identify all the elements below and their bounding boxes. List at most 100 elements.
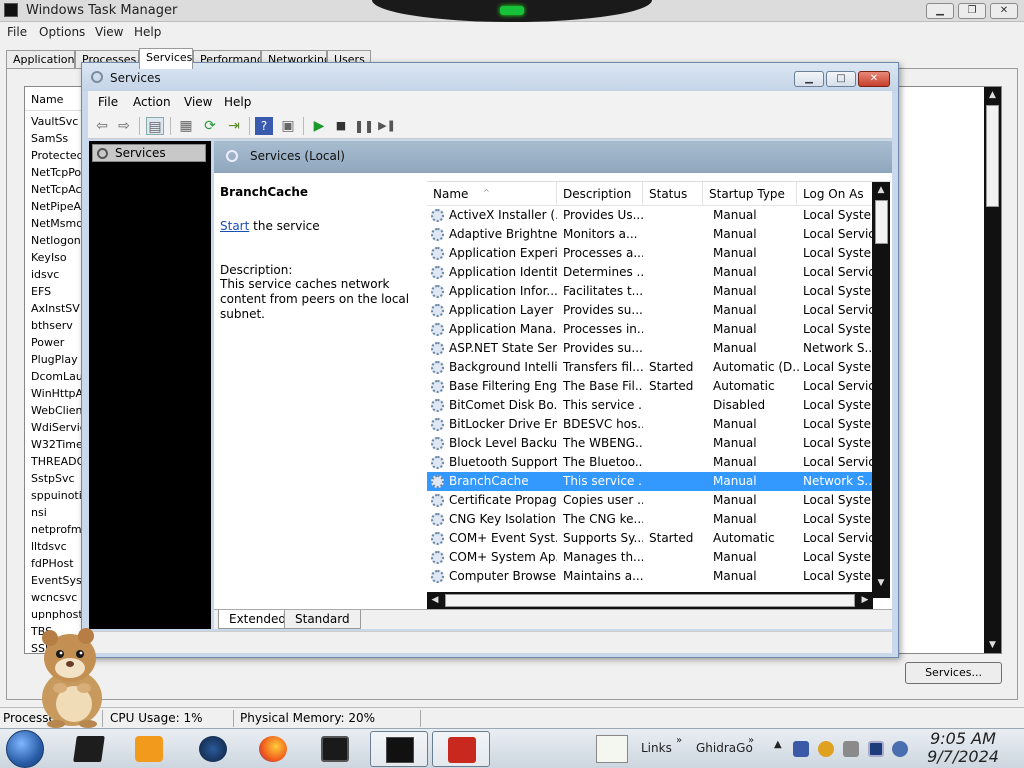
table-row[interactable]: Application Identity Determines ... Manual… <box>427 263 872 282</box>
taskbar-app-task-manager[interactable] <box>370 731 428 767</box>
list-item[interactable]: NetTcpPor <box>31 164 87 181</box>
table-row[interactable]: Base Filtering Engi... The Base Fil... Sta… <box>427 377 872 396</box>
services-list[interactable]: Name ^ Description Status Startup Type Lo… <box>427 181 891 609</box>
list-item[interactable]: bthserv <box>31 317 87 334</box>
scroll-up-icon[interactable]: ▲ <box>872 182 890 198</box>
list-item[interactable]: SstpSvc <box>31 470 87 487</box>
list-item[interactable]: WebClient <box>31 402 87 419</box>
taskbar-app-media-player[interactable] <box>120 731 178 767</box>
whiteboard-icon[interactable] <box>596 735 628 763</box>
start-service-link[interactable]: Start <box>220 219 249 233</box>
list-item[interactable]: ProtectedS <box>31 147 87 164</box>
restart-service-icon[interactable]: ▶❚ <box>378 117 396 135</box>
stop-service-icon[interactable]: ■ <box>332 117 350 135</box>
restore-button[interactable]: ❐ <box>958 3 986 19</box>
scroll-right-icon[interactable]: ▶ <box>857 592 873 609</box>
taskbar-app-firefox[interactable] <box>244 731 302 767</box>
task-manager-vertical-scrollbar[interactable]: ▲ ▼ <box>984 87 1001 653</box>
list-item[interactable]: PlugPlay <box>31 351 87 368</box>
list-item[interactable]: NetPipeAc <box>31 198 87 215</box>
refresh-icon[interactable]: ⟳ <box>201 117 219 135</box>
column-header-name[interactable]: Name ^ <box>427 182 557 206</box>
list-item[interactable]: SamSs <box>31 130 87 147</box>
tab-applications[interactable]: Applications <box>6 50 75 68</box>
list-item[interactable]: wcncsvc <box>31 589 87 606</box>
services-menu-help[interactable]: Help <box>224 95 251 109</box>
list-item[interactable]: DcomLaun <box>31 368 87 385</box>
table-row[interactable]: ActiveX Installer (... Provides Us... Manu… <box>427 206 872 225</box>
table-row[interactable]: Application Mana... Processes in... Manual… <box>427 320 872 339</box>
scroll-left-icon[interactable]: ◀ <box>427 592 443 609</box>
list-item[interactable]: W32Time <box>31 436 87 453</box>
table-row[interactable]: Adaptive Brightness Monitors a... Manual Lo… <box>427 225 872 244</box>
table-row[interactable]: Bluetooth Support... The Bluetoo... Manual… <box>427 453 872 472</box>
list-item[interactable]: AxInstSV <box>31 300 87 317</box>
taskbar-app-globe[interactable] <box>184 731 242 767</box>
table-row[interactable]: BitComet Disk Bo... This service ... Disab… <box>427 396 872 415</box>
column-header-log-on-as[interactable]: Log On As <box>797 182 872 206</box>
scroll-thumb[interactable] <box>986 105 999 207</box>
taskbar-app-monitor[interactable] <box>306 731 364 767</box>
list-item[interactable]: nsi <box>31 504 87 521</box>
table-row[interactable]: BranchCache This service ... Manual Network… <box>427 472 872 491</box>
list-item[interactable]: WinHttpAu <box>31 385 87 402</box>
taskbar-app-terminal[interactable] <box>60 731 118 767</box>
pause-service-icon[interactable]: ❚❚ <box>354 117 374 135</box>
show-hidden-icons-icon[interactable]: ▲ <box>774 739 782 750</box>
minimize-button[interactable]: ▁ <box>926 3 954 19</box>
column-header-startup-type[interactable]: Startup Type <box>703 182 797 206</box>
table-row[interactable]: Application Experi... Processes a... Manua… <box>427 244 872 263</box>
list-item[interactable]: WdiService <box>31 419 87 436</box>
close-button[interactable]: ✕ <box>990 3 1018 19</box>
back-arrow-icon[interactable]: ⇦ <box>93 117 111 135</box>
tab-standard[interactable]: Standard <box>284 610 361 629</box>
scroll-thumb[interactable] <box>445 594 855 607</box>
table-row[interactable]: ASP.NET State Ser... Provides su... Manual… <box>427 339 872 358</box>
list-item[interactable]: upnphost <box>31 606 87 623</box>
menu-view[interactable]: View <box>95 25 123 39</box>
list-item[interactable]: lltdsvc <box>31 538 87 555</box>
properties-icon[interactable]: ▦ <box>177 117 195 135</box>
ghidrago-toolbar-label[interactable]: GhidraGo <box>696 741 753 755</box>
services-list-vertical-scrollbar[interactable]: ▲ ▼ <box>872 182 890 598</box>
settings-icon[interactable] <box>843 741 859 757</box>
menu-options[interactable]: Options <box>39 25 85 39</box>
scroll-up-icon[interactable]: ▲ <box>984 87 1001 103</box>
column-header-description[interactable]: Description <box>557 182 643 206</box>
ghidrago-chevron-icon[interactable]: » <box>748 735 754 746</box>
list-item[interactable]: NetTcpAct <box>31 181 87 198</box>
taskbar-app-toolbox[interactable] <box>432 731 490 767</box>
tab-services[interactable]: Services <box>139 48 193 69</box>
services-title-bar[interactable]: Services ▁ □ ✕ <box>82 63 898 91</box>
links-toolbar-label[interactable]: Links <box>641 741 672 755</box>
table-row[interactable]: Application Infor... Facilitates t... Manu… <box>427 282 872 301</box>
list-item[interactable]: Netlogon <box>31 232 87 249</box>
list-item[interactable]: sppuinotif <box>31 487 87 504</box>
start-service-icon[interactable]: ▶ <box>310 117 328 135</box>
services-menu-file[interactable]: File <box>98 95 118 109</box>
links-chevron-icon[interactable]: » <box>676 735 682 746</box>
tree-item-services-local[interactable]: Services (Local) <box>92 144 206 176</box>
table-row[interactable]: Application Layer ... Provides su... Manua… <box>427 301 872 320</box>
table-row[interactable]: Block Level Backu... The WBENG... Manual Lo… <box>427 434 872 453</box>
menu-help[interactable]: Help <box>134 25 161 39</box>
network-icon[interactable] <box>868 741 884 757</box>
show-hide-console-tree-icon[interactable]: ▤ <box>146 117 164 135</box>
list-item[interactable]: NetMsmqA <box>31 215 87 232</box>
start-button[interactable] <box>6 730 44 768</box>
table-row[interactable]: Background Intelli... Transfers fil... Sta… <box>427 358 872 377</box>
list-item[interactable]: EventSyst <box>31 572 87 589</box>
list-item[interactable]: idsvc <box>31 266 87 283</box>
search-icon[interactable] <box>818 741 834 757</box>
services-menu-action[interactable]: Action <box>133 95 171 109</box>
table-row[interactable]: COM+ Event Syst... Supports Sy... Started A… <box>427 529 872 548</box>
column-name-header[interactable]: Name <box>25 87 85 111</box>
list-item[interactable]: Power <box>31 334 87 351</box>
export-list-icon[interactable]: ⇥ <box>225 117 243 135</box>
services-maximize-button[interactable]: □ <box>826 71 856 87</box>
services-minimize-button[interactable]: ▁ <box>794 71 824 87</box>
scroll-down-icon[interactable]: ▼ <box>984 637 1001 653</box>
table-row[interactable]: BitLocker Drive En... BDESVC hos... Manual… <box>427 415 872 434</box>
taskbar-clock[interactable]: 9:05 AM 9/7/2024 <box>918 730 1008 766</box>
table-row[interactable]: COM+ System Ap... Manages th... Manual Loca… <box>427 548 872 567</box>
